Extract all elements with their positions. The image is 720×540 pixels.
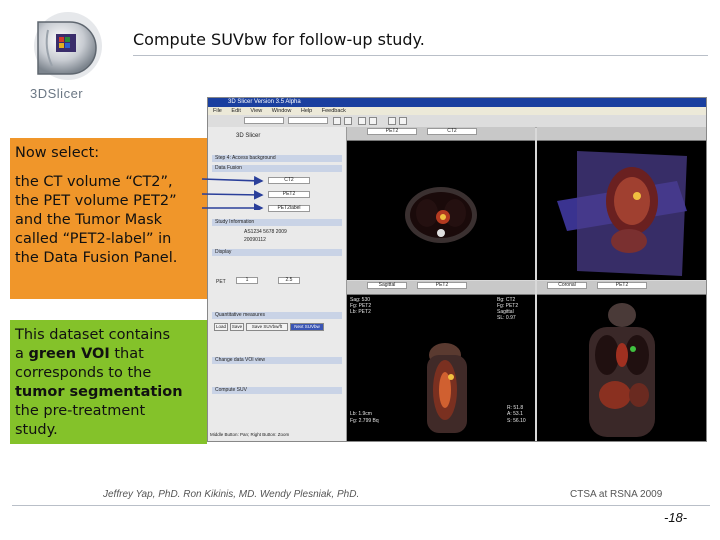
mask-volume-select[interactable]: PET2label: [268, 205, 310, 212]
section-compute-suv[interactable]: Compute SUV: [212, 387, 342, 394]
save-suvbw-button[interactable]: Save SUVbw/ft: [246, 323, 288, 331]
toolbar-button[interactable]: [388, 117, 396, 125]
toolbar-button[interactable]: [399, 117, 407, 125]
volume-selector[interactable]: [288, 117, 328, 124]
menu-edit[interactable]: Edit: [231, 108, 240, 114]
toolbar-button[interactable]: [369, 117, 377, 125]
sag-overlay: Lb: PET2: [350, 309, 371, 315]
coronal-viewer[interactable]: Coronal PET2: [537, 281, 706, 441]
callout-line: corresponds to the: [15, 365, 152, 381]
callout-line: [15, 163, 202, 173]
callout-line: the PET volume PET2”: [15, 193, 177, 209]
pet-volume-select[interactable]: PET2: [268, 191, 310, 198]
status-text: Middle Button: Pan; Right Button: Zoom: [210, 432, 290, 437]
sag-overlay: Lb: 1.9cm: [350, 411, 372, 417]
3d-viewer[interactable]: [537, 127, 706, 280]
next-suvbw-button[interactable]: Next SUVbw: [290, 323, 324, 331]
callout-line: study.: [15, 422, 58, 438]
logo-wordmark: 3DSlicer: [30, 86, 84, 101]
page-number: -18-: [664, 510, 688, 525]
module-selector[interactable]: [244, 117, 284, 124]
callout-line: a green VOI that: [15, 345, 202, 364]
menu-window[interactable]: Window: [272, 108, 292, 114]
section-quant[interactable]: Quantitative measures: [212, 312, 342, 319]
window-titlebar: 3D Slicer Version 3.5 Alpha: [208, 98, 706, 107]
callout-line: tumor segmentation: [15, 383, 202, 402]
dataset-info-callout: This dataset contains a green VOI that c…: [10, 320, 207, 444]
sagittal-fg-select[interactable]: PET2: [417, 282, 467, 289]
arrow-ct: [201, 175, 264, 186]
menu-bar: File Edit View Window Help Feedback: [208, 107, 706, 115]
patient-name-value: AS1234 5678 2009: [244, 229, 287, 235]
menu-view[interactable]: View: [250, 108, 262, 114]
callout-line: Now select:: [15, 145, 100, 161]
callout-line: and the Tumor Mask: [15, 212, 163, 228]
sag-overlay: S: 56.10: [507, 418, 526, 424]
ct-volume-select[interactable]: CT2: [268, 177, 310, 184]
section-display[interactable]: Display: [212, 249, 342, 256]
callout-bold: green VOI: [28, 346, 110, 362]
axial-slice-image: [405, 187, 477, 243]
axial-fg-select[interactable]: PET2: [367, 128, 417, 135]
callout-line: the CT volume “CT2”,: [15, 174, 173, 190]
select-volumes-callout: Now select: the CT volume “CT2”, the PET…: [10, 138, 207, 299]
sagittal-viewer[interactable]: Sagittal PET2 Sag: 530 Fg: PET2 Lb: PET2…: [347, 281, 535, 441]
load-button[interactable]: Load: [214, 323, 228, 331]
save-button[interactable]: Save: [230, 323, 244, 331]
slicer-screenshot: 3D Slicer Version 3.5 Alpha File Edit Vi…: [207, 97, 707, 442]
window-min-field[interactable]: 1: [236, 277, 258, 284]
callout-line: the Data Fusion Panel.: [15, 250, 178, 266]
window-max-field[interactable]: 2.5: [278, 277, 300, 284]
panel-brand: 3D Slicer: [236, 133, 261, 139]
axial-bg-select[interactable]: CT2: [427, 128, 477, 135]
coronal-label-select[interactable]: Coronal: [547, 282, 587, 289]
toolbar-button[interactable]: [358, 117, 366, 125]
callout-text: that: [109, 346, 144, 362]
callout-arrows: [201, 175, 264, 210]
sagittal-label-select[interactable]: Sagittal: [367, 282, 407, 289]
footer-divider: [12, 505, 710, 506]
callout-line: This dataset contains: [15, 327, 171, 343]
callout-text: a: [15, 346, 29, 362]
pet-window-label: PET: [216, 279, 226, 285]
section-study-info[interactable]: Study Information: [212, 219, 342, 226]
3d-render-image: [557, 151, 687, 276]
coronal-fg-select[interactable]: PET2: [597, 282, 647, 289]
toolbar-button[interactable]: [333, 117, 341, 125]
callout-line: called “PET2-label” in: [15, 231, 172, 247]
axial-viewer[interactable]: PET2 CT2: [347, 127, 535, 280]
callout-bold: tumor segmentation: [15, 384, 183, 400]
menu-help[interactable]: Help: [301, 108, 312, 114]
sag-overlay: SL: 0.97: [497, 315, 516, 321]
title-divider: [133, 55, 708, 56]
sag-overlay: Fg: 2.799 Bq: [350, 418, 379, 424]
sag-overlay: A: 53.1: [507, 411, 523, 417]
3d-viewer-bar: [537, 127, 706, 141]
menu-feedback[interactable]: Feedback: [322, 108, 346, 114]
coronal-slice-image: [589, 303, 655, 437]
footer-event: CTSA at RSNA 2009: [570, 489, 663, 500]
callout-line: the pre-treatment: [15, 403, 146, 419]
menu-file[interactable]: File: [213, 108, 222, 114]
section-voi-view[interactable]: Change data VOI view: [212, 357, 342, 364]
study-date-value: 20090112: [244, 237, 266, 243]
slide-title: Compute SUVbw for follow-up study.: [133, 30, 425, 49]
section-step4[interactable]: Step 4: Access background: [212, 155, 342, 162]
footer-authors: Jeffrey Yap, PhD. Ron Kikinis, MD. Wendy…: [103, 489, 360, 500]
toolbar-button[interactable]: [344, 117, 352, 125]
arrow-pet: [201, 190, 264, 200]
